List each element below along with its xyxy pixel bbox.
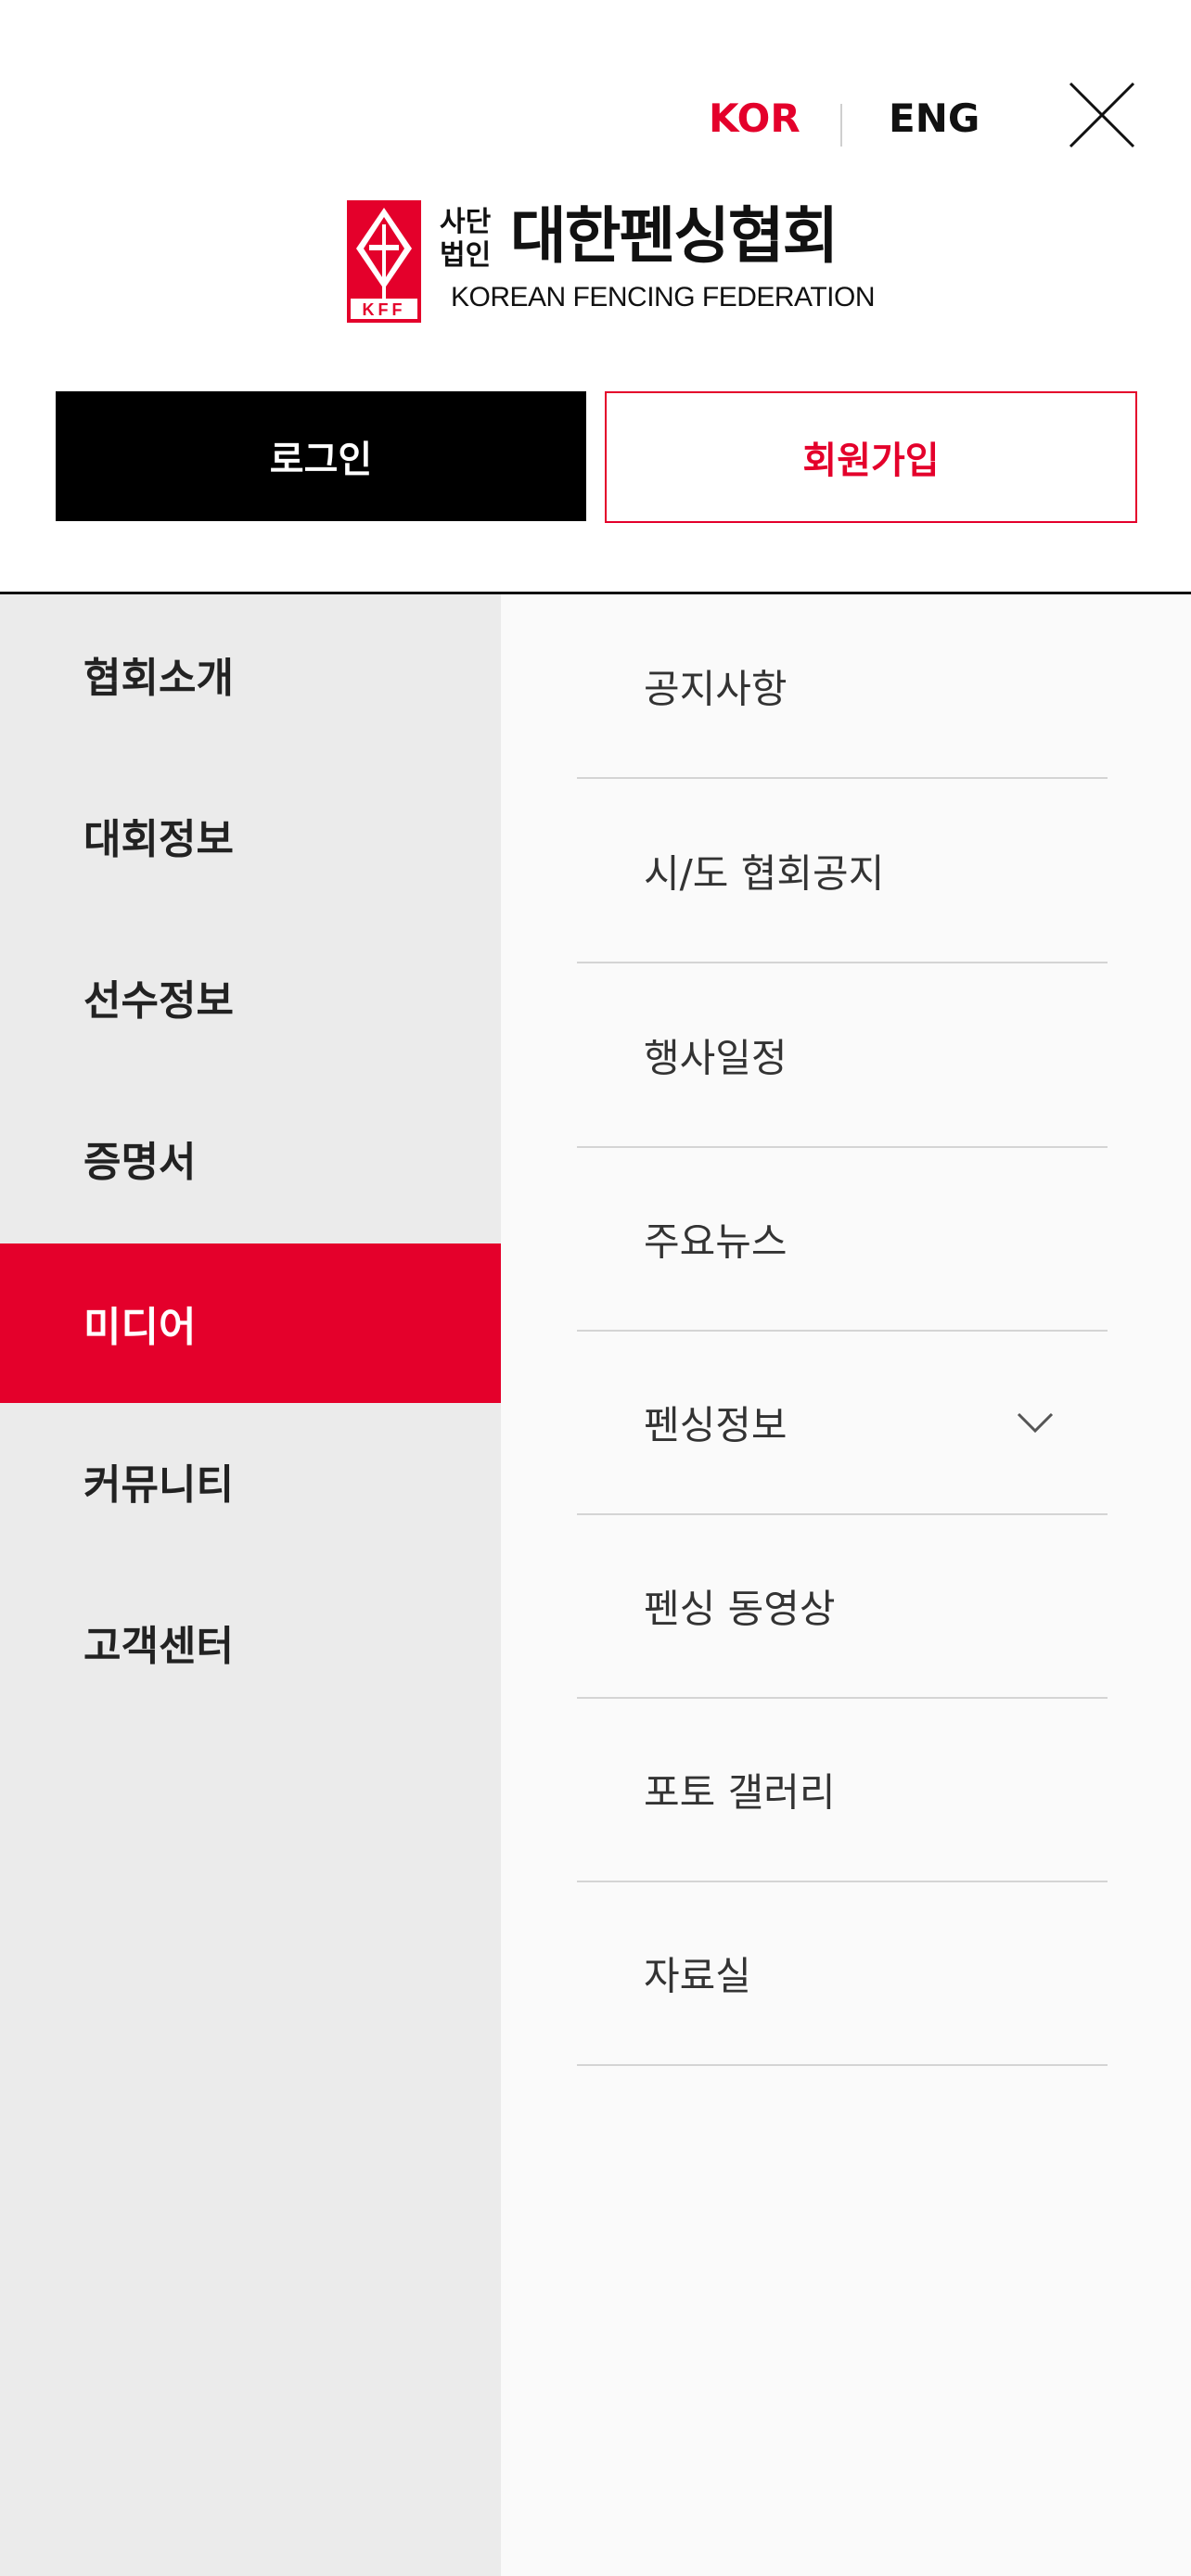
submenu-item-events[interactable]: 행사일정 <box>577 963 1108 1148</box>
close-menu-button[interactable] <box>1065 78 1139 152</box>
submenu-item-archive[interactable]: 자료실 <box>577 1881 1108 2066</box>
submenu-item-regional-notice[interactable]: 시/도 협회공지 <box>577 779 1108 963</box>
submenu-item-news[interactable]: 주요뉴스 <box>577 1147 1108 1332</box>
main-category-menu: 협회소개 대회정보 선수정보 증명서 미디어 커뮤니티 고객센터 <box>0 594 501 2576</box>
category-label: 미디어 <box>83 1304 197 1351</box>
logo-prefix: 사단 법인 <box>440 206 492 272</box>
lang-kor-link[interactable]: KOR <box>709 96 800 141</box>
kff-logo[interactable]: KFF 사단 법인 대한펜싱협회 KOREAN FENCING FEDERATI… <box>347 198 875 325</box>
category-label: 협회소개 <box>83 655 234 702</box>
lang-divider <box>840 104 842 147</box>
submenu-panel: 공지사항 시/도 협회공지 행사일정 주요뉴스 펜싱정보 펜싱 동영상 포토 갤… <box>501 594 1191 2576</box>
category-label: 증명서 <box>83 1139 197 1186</box>
category-about[interactable]: 협회소개 <box>0 594 501 754</box>
category-media[interactable]: 미디어 <box>0 1243 501 1403</box>
chevron-down-icon[interactable] <box>1015 1409 1056 1436</box>
close-icon <box>1069 82 1135 148</box>
submenu-label: 시/도 협회공지 <box>644 850 885 896</box>
submenu-label: 펜싱 동영상 <box>644 1586 836 1631</box>
svg-text:KFF: KFF <box>363 300 406 319</box>
category-label: 대회정보 <box>83 816 234 863</box>
category-certificate[interactable]: 증명서 <box>0 1078 501 1238</box>
menu-header: KOR ENG KFF 사단 법인 대한펜싱협회 KOREAN FENCING … <box>0 0 1191 593</box>
login-button[interactable]: 로그인 <box>56 391 586 521</box>
submenu-item-fencing-info[interactable]: 펜싱정보 <box>577 1331 1108 1515</box>
submenu-item-videos[interactable]: 펜싱 동영상 <box>577 1514 1108 1699</box>
logo-name: 대한펜싱협회 <box>510 200 839 272</box>
submenu-label: 공지사항 <box>644 666 788 711</box>
category-label: 고객센터 <box>83 1623 234 1670</box>
submenu-label: 행사일정 <box>644 1035 788 1080</box>
category-label: 커뮤니티 <box>83 1461 234 1509</box>
kff-emblem-icon: KFF <box>347 200 421 323</box>
submenu-label: 포토 갤러리 <box>644 1769 836 1815</box>
category-competition[interactable]: 대회정보 <box>0 756 501 915</box>
category-support[interactable]: 고객센터 <box>0 1562 501 1722</box>
submenu-label: 주요뉴스 <box>644 1218 788 1264</box>
signup-button[interactable]: 회원가입 <box>605 391 1137 523</box>
category-community[interactable]: 커뮤니티 <box>0 1401 501 1561</box>
submenu-label: 펜싱정보 <box>644 1402 788 1447</box>
category-label: 선수정보 <box>83 977 234 1025</box>
submenu-item-photo-gallery[interactable]: 포토 갤러리 <box>577 1698 1108 1882</box>
lang-eng-link[interactable]: ENG <box>889 96 980 141</box>
submenu-item-notice[interactable]: 공지사항 <box>577 594 1108 779</box>
category-athlete[interactable]: 선수정보 <box>0 917 501 1077</box>
submenu-label: 자료실 <box>644 1953 751 1998</box>
logo-english-name: KOREAN FENCING FEDERATION <box>451 282 875 312</box>
